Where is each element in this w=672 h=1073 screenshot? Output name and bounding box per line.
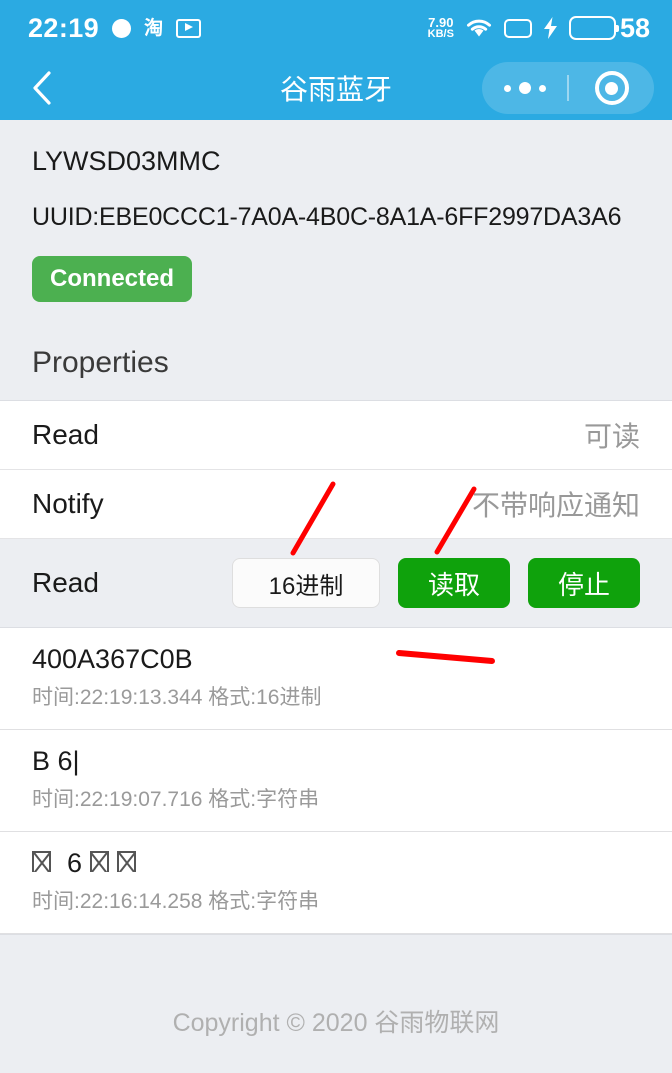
wifi-icon (465, 17, 493, 39)
read-button[interactable]: 读取 (398, 558, 510, 608)
property-label: Read (32, 419, 99, 450)
log-value-text: 6 (59, 848, 83, 878)
log-meta: 时间:22:19:13.344 格式:16进制 (32, 686, 322, 709)
status-bar: 22:19 淘 7.90 KB/S 58 (0, 0, 672, 56)
copyright-text: Copyright © 2020 谷雨物联网 (172, 1009, 500, 1037)
battery-indicator: 58 (568, 12, 650, 44)
app-screen: 22:19 淘 7.90 KB/S 58 谷雨蓝牙 LYWSD03MMC UUI… (0, 0, 672, 1073)
property-row-read[interactable]: Read 可读 (0, 401, 672, 470)
log-meta: 时间:22:19:07.716 格式:字符串 (32, 788, 320, 811)
data-log-list: 400A367C0B 时间:22:19:13.344 格式:16进制 B 6| … (0, 628, 672, 934)
screen-cast-icon (503, 18, 532, 38)
network-speed-indicator: 7.90 KB/S (428, 16, 454, 40)
property-value: 可读 (583, 421, 640, 452)
battery-icon (568, 16, 619, 40)
status-bar-right: 7.90 KB/S 58 (428, 13, 650, 44)
page-footer: Copyright © 2020 谷雨物联网 CSDN @此去经年。 (0, 934, 672, 1073)
back-button[interactable] (20, 66, 64, 110)
miniprogram-capsule (482, 62, 654, 114)
log-meta: 时间:22:16:14.258 格式:字符串 (32, 890, 320, 913)
status-badge: Connected (32, 256, 193, 302)
video-play-icon (176, 18, 202, 38)
more-menu-button[interactable] (482, 62, 567, 114)
close-miniprogram-button[interactable] (569, 62, 654, 114)
log-item[interactable]: B 6| 时间:22:19:07.716 格式:字符串 (0, 730, 672, 832)
format-select-button[interactable]: 16进制 (232, 558, 380, 608)
status-bar-left: 22:19 淘 (28, 12, 202, 44)
network-speed-unit: KB/S (427, 28, 454, 41)
log-item[interactable]: 400A367C0B 时间:22:19:13.344 格式:16进制 (0, 628, 672, 730)
navigation-bar: 谷雨蓝牙 (0, 56, 672, 120)
property-value: 不带响应通知 (471, 490, 640, 521)
unrenderable-glyph-icon (117, 848, 137, 872)
device-header: LYWSD03MMC UUID:EBE0CCC1-7A0A-4B0C-8A1A-… (0, 120, 672, 324)
status-time: 22:19 (28, 12, 100, 43)
chevron-left-icon (31, 70, 53, 106)
properties-section-title: Properties (0, 324, 672, 401)
dot-icon-left (503, 84, 511, 92)
read-action-row: Read 16进制 读取 停止 (0, 539, 672, 628)
battery-percent-label: 58 (619, 12, 650, 43)
log-item[interactable]: 6 时间:22:16:14.258 格式:字符串 (0, 832, 672, 934)
target-circle-icon (594, 71, 629, 105)
dot-icon-middle (518, 82, 531, 94)
taobao-app-icon: 淘 (144, 17, 164, 39)
log-value: 6 (32, 848, 640, 879)
notification-dot-icon (112, 18, 132, 38)
unrenderable-glyph-icon (89, 848, 110, 872)
charging-bolt-icon (543, 17, 558, 39)
property-label: Notify (32, 488, 104, 519)
stop-button[interactable]: 停止 (528, 558, 640, 608)
device-uuid: UUID:EBE0CCC1-7A0A-4B0C-8A1A-6FF2997DA3A… (32, 203, 622, 231)
unrenderable-glyph-icon (32, 848, 52, 872)
dot-icon-right (538, 84, 546, 92)
device-name: LYWSD03MMC (32, 146, 221, 176)
log-value: 400A367C0B (32, 644, 193, 674)
log-value: B 6| (32, 746, 80, 776)
read-action-label: Read (32, 567, 99, 598)
network-speed-value: 7.90 (428, 14, 454, 30)
property-row-notify[interactable]: Notify 不带响应通知 (0, 470, 672, 539)
